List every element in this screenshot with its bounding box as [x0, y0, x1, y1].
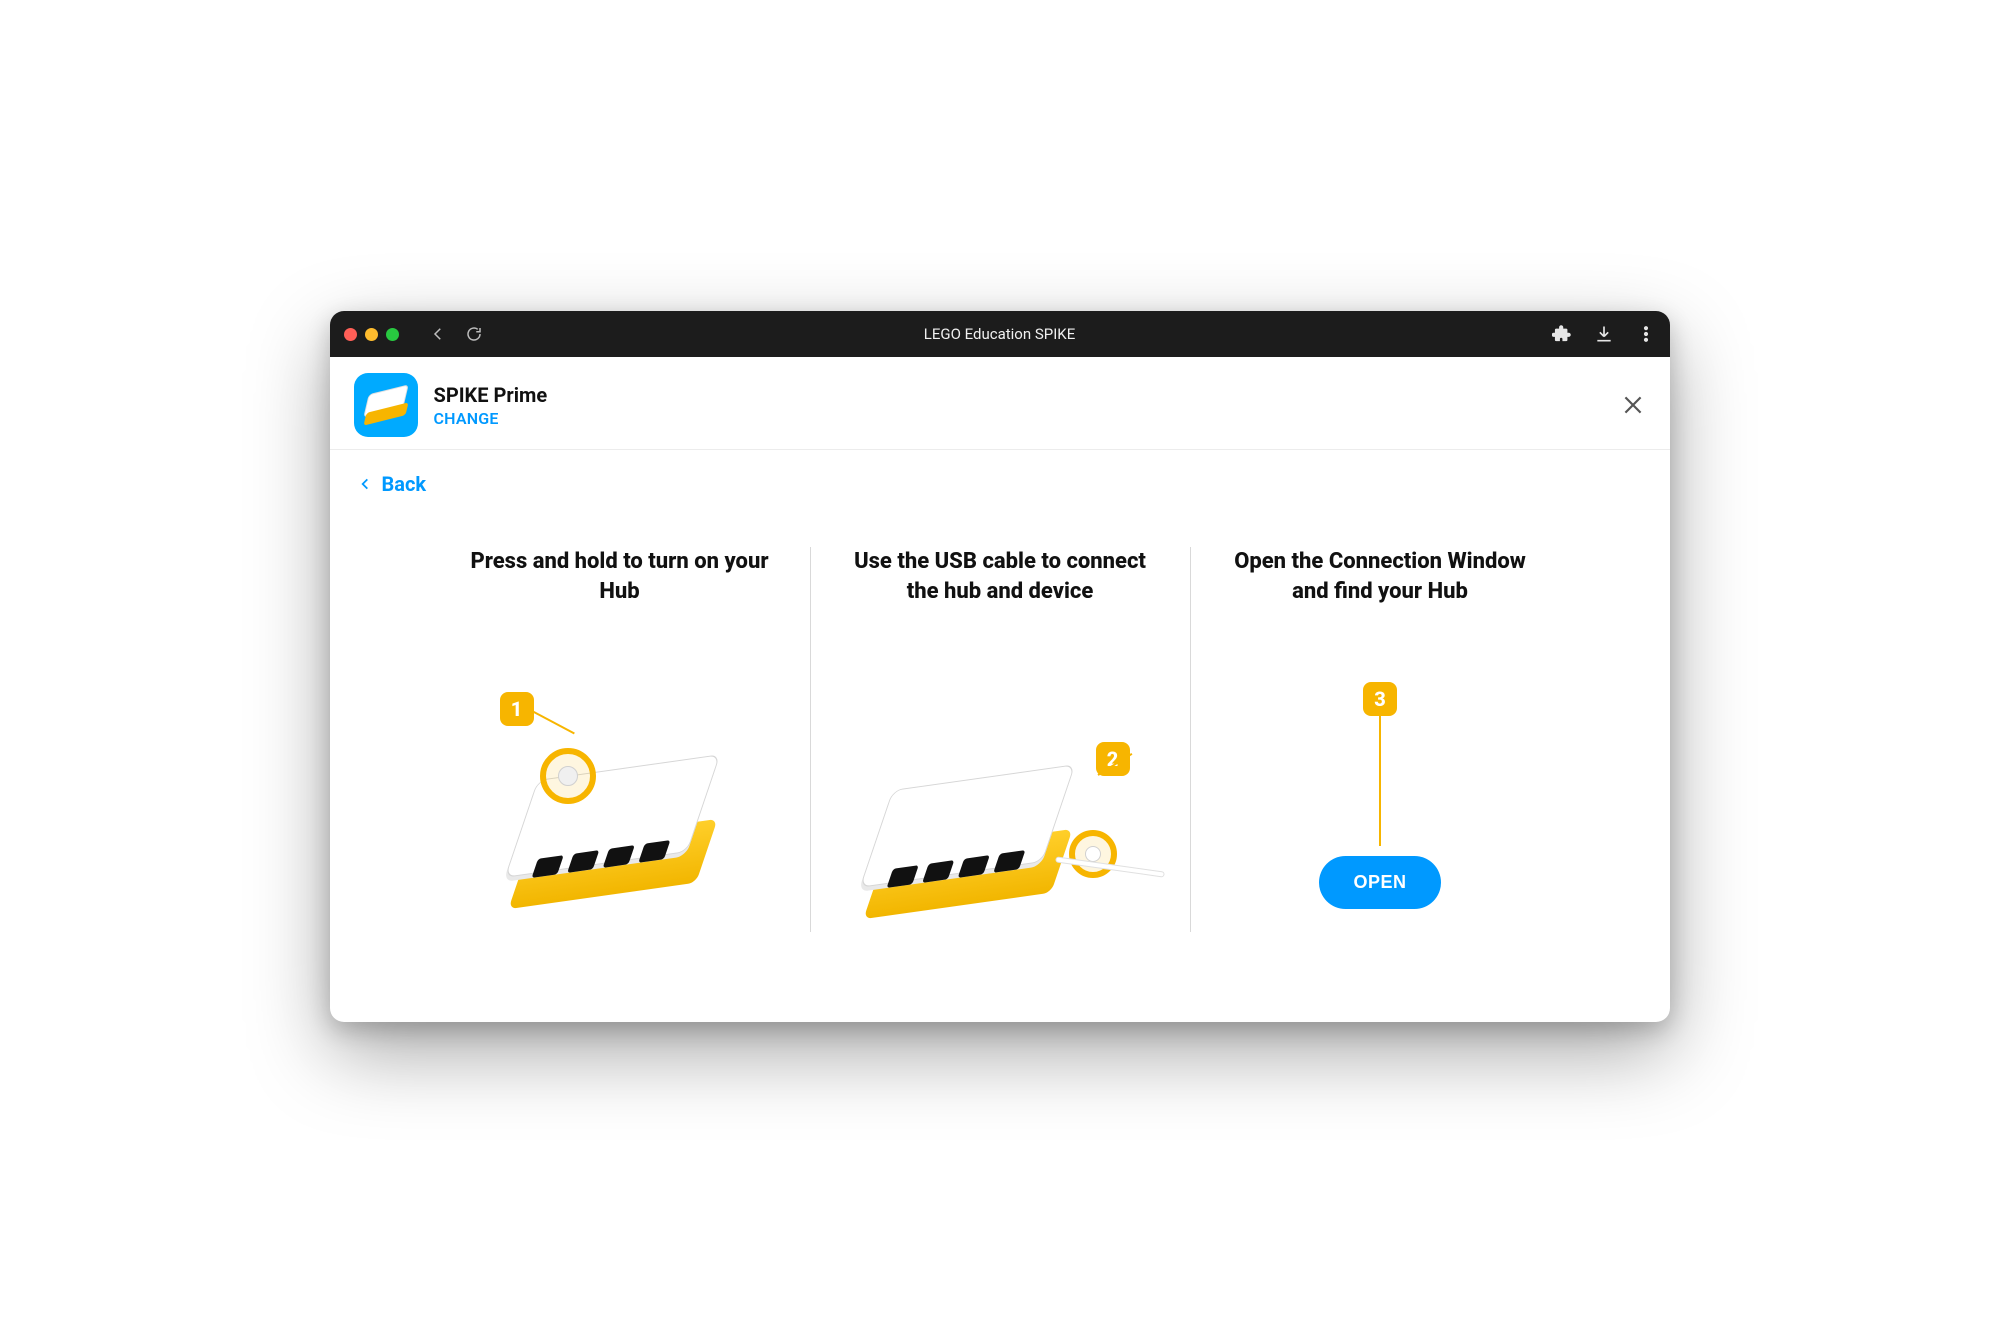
- window-controls: [344, 328, 399, 341]
- close-icon[interactable]: [1620, 392, 1646, 418]
- step-3: Open the Connection Window and find your…: [1190, 547, 1570, 932]
- connector-line: [1379, 716, 1381, 846]
- back-arrow-icon[interactable]: [429, 325, 447, 343]
- nav-controls: [429, 325, 483, 343]
- minimize-window-button[interactable]: [365, 328, 378, 341]
- step-1-image: 1: [470, 672, 770, 932]
- product-name: SPIKE Prime: [434, 383, 548, 407]
- window-title: LEGO Education SPIKE: [330, 325, 1670, 343]
- kebab-menu-icon[interactable]: [1636, 324, 1656, 344]
- product-info: SPIKE Prime CHANGE: [434, 383, 548, 428]
- chevron-left-icon: [358, 473, 372, 495]
- maximize-window-button[interactable]: [386, 328, 399, 341]
- open-connection-button[interactable]: OPEN: [1319, 856, 1440, 909]
- step-2-image: 2: [851, 672, 1150, 932]
- back-button[interactable]: Back: [358, 472, 427, 496]
- step-1-badge: 1: [500, 692, 534, 726]
- step-1-title: Press and hold to turn on your Hub: [470, 547, 770, 642]
- step-3-content: 3 OPEN: [1231, 672, 1530, 932]
- step-1: Press and hold to turn on your Hub 1: [430, 547, 810, 932]
- step-2: Use the USB cable to connect the hub and…: [810, 547, 1190, 932]
- reload-icon[interactable]: [465, 325, 483, 343]
- product-icon: [354, 373, 418, 437]
- back-label: Back: [382, 472, 427, 496]
- step-3-badge: 3: [1363, 682, 1397, 716]
- steps-container: Press and hold to turn on your Hub 1 Use: [330, 507, 1670, 1022]
- change-product-link[interactable]: CHANGE: [434, 409, 548, 428]
- titlebar: LEGO Education SPIKE: [330, 311, 1670, 357]
- download-icon[interactable]: [1594, 324, 1614, 344]
- close-window-button[interactable]: [344, 328, 357, 341]
- extension-icon[interactable]: [1552, 324, 1572, 344]
- app-window: LEGO Education SPIKE SPIKE Prime CHANGE …: [330, 311, 1670, 1022]
- step-3-title: Open the Connection Window and find your…: [1231, 547, 1530, 642]
- step-2-title: Use the USB cable to connect the hub and…: [851, 547, 1150, 642]
- product-header: SPIKE Prime CHANGE: [330, 357, 1670, 450]
